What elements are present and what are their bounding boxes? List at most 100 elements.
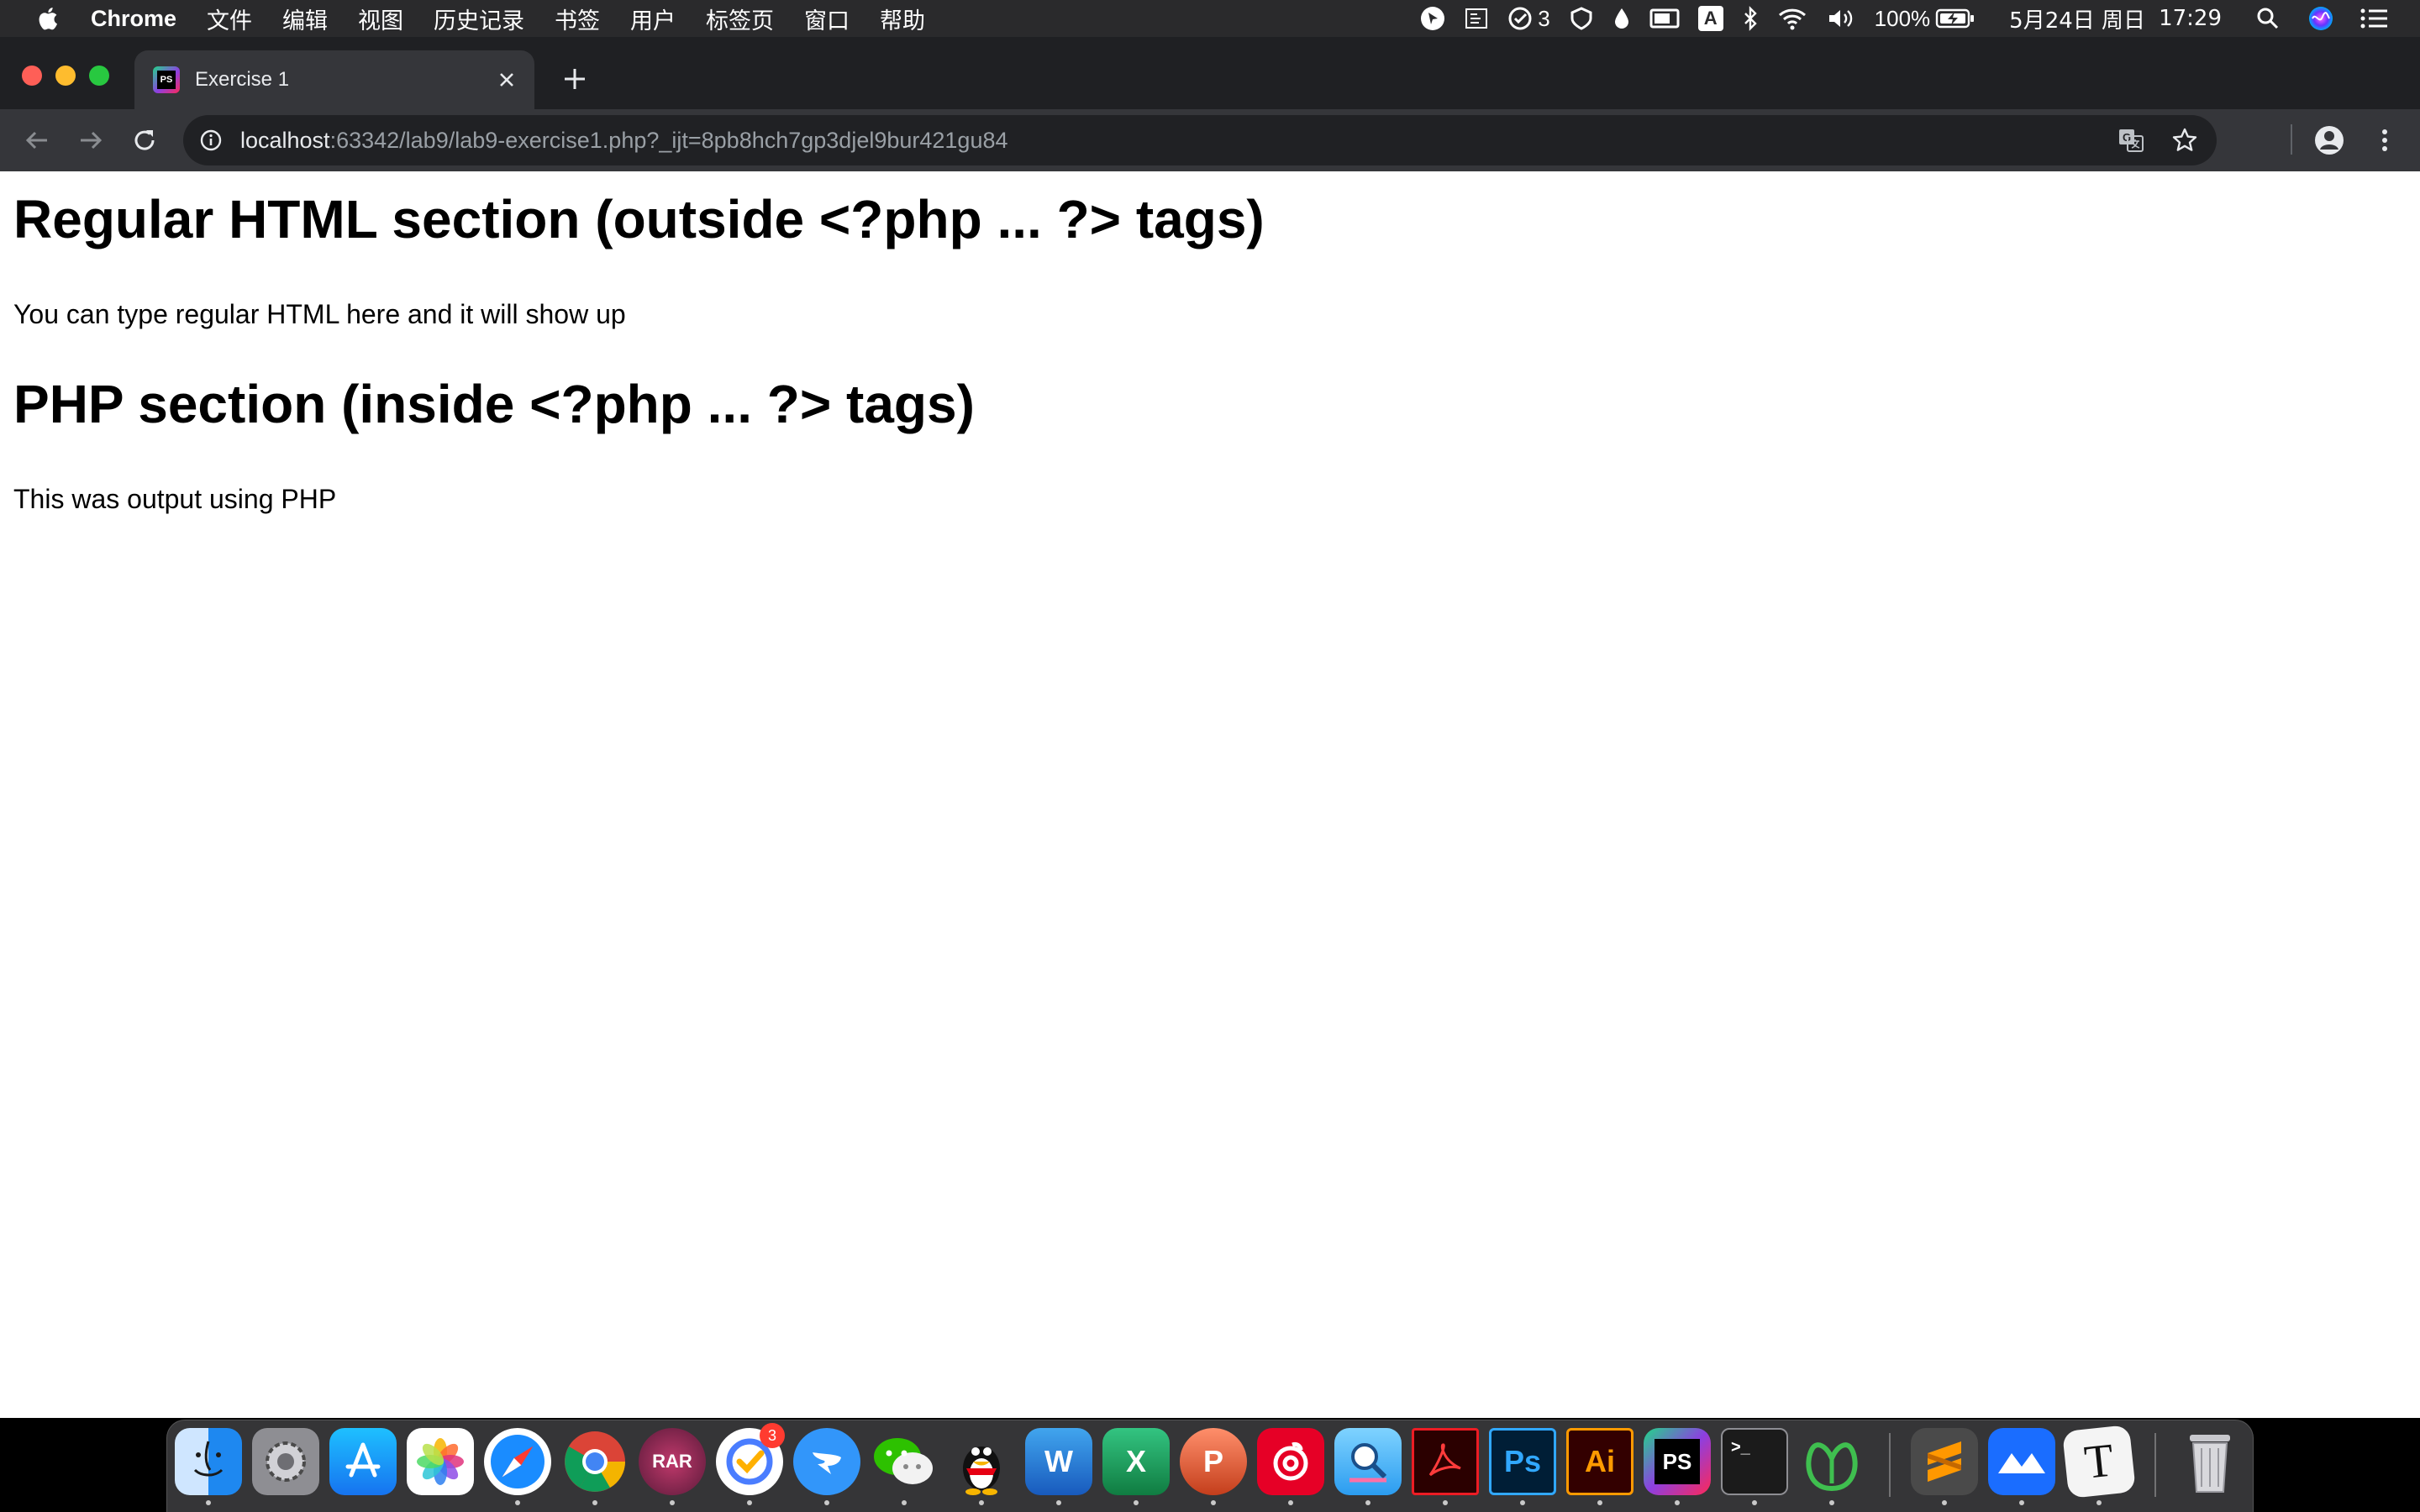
input-method-icon[interactable]: A [1697, 6, 1723, 31]
dock-separator [2154, 1433, 2156, 1497]
drop-icon[interactable] [1612, 6, 1631, 31]
url-host: localhost [240, 127, 330, 153]
dock-separator [1889, 1433, 1891, 1497]
phpstorm-dock-icon[interactable]: PS [1644, 1428, 1711, 1495]
menu-file[interactable]: 文件 [207, 3, 252, 35]
menu-window[interactable]: 窗口 [804, 3, 850, 35]
finder-dock-icon[interactable] [175, 1428, 242, 1495]
running-indicator [2096, 1500, 2102, 1505]
running-indicator [592, 1500, 597, 1505]
input-method-label: A [1697, 6, 1723, 31]
address-bar[interactable]: localhost:63342/lab9/lab9-exercise1.php?… [183, 115, 2217, 165]
illustrator-dock-icon[interactable]: Ai [1566, 1428, 1634, 1495]
new-tab-button[interactable] [558, 62, 592, 96]
running-indicator [1942, 1500, 1947, 1505]
heading-php-section: PHP section (inside <?php ... ?> tags) [13, 374, 975, 434]
powerpoint-dock-icon[interactable]: P [1180, 1428, 1247, 1495]
typora-label: T [2081, 1434, 2117, 1489]
qq-dock-icon[interactable] [948, 1428, 1015, 1495]
typora-dock-icon[interactable]: T [2062, 1425, 2136, 1499]
acrobat-dock-icon[interactable] [1412, 1428, 1479, 1495]
profile-avatar-icon[interactable] [2312, 123, 2346, 157]
sublime-text-dock-icon[interactable] [1911, 1428, 1978, 1495]
close-tab-icon[interactable] [494, 67, 519, 92]
running-indicator [2019, 1500, 2024, 1505]
app-menu-chrome[interactable]: Chrome [91, 6, 176, 32]
minimize-window-button[interactable] [55, 66, 76, 86]
menu-history[interactable]: 历史记录 [434, 3, 524, 35]
running-indicator [1597, 1500, 1602, 1505]
illustrator-label: Ai [1585, 1444, 1615, 1478]
volume-icon[interactable] [1826, 7, 1856, 30]
running-indicator [1675, 1500, 1680, 1505]
display-icon[interactable] [1649, 7, 1680, 30]
macos-menu-bar: Chrome 文件 编辑 视图 历史记录 书签 用户 标签页 窗口 帮助 3 A [0, 0, 2420, 37]
reader-icon[interactable] [1464, 6, 1489, 31]
bookmark-star-icon[interactable] [2171, 127, 2198, 160]
preview-dock-icon[interactable] [1334, 1428, 1402, 1495]
running-indicator [902, 1500, 907, 1505]
forward-button[interactable] [74, 123, 108, 157]
apple-menu-icon[interactable] [24, 0, 71, 37]
vpn-shield-icon[interactable] [1569, 6, 1594, 31]
notification-center-icon[interactable] [2360, 7, 2390, 30]
back-button[interactable] [20, 123, 54, 157]
running-indicator [1520, 1500, 1525, 1505]
word-label: W [1044, 1444, 1073, 1478]
tencent-meeting-dock-icon[interactable] [1988, 1428, 2055, 1495]
photoshop-dock-icon[interactable]: Ps [1489, 1428, 1556, 1495]
menu-view[interactable]: 视图 [358, 3, 403, 35]
phpstorm-label: PS [1655, 1439, 1700, 1484]
terminal-dock-icon[interactable]: >_ [1721, 1428, 1788, 1495]
running-indicator [1829, 1500, 1834, 1505]
bluetooth-icon[interactable] [1742, 6, 1759, 31]
menu-help[interactable]: 帮助 [880, 3, 925, 35]
chrome-tab-strip: PS Exercise 1 [0, 37, 2420, 109]
trash-dock-icon[interactable] [2176, 1428, 2244, 1495]
app-store-dock-icon[interactable] [329, 1428, 397, 1495]
url-path: :63342/lab9/lab9-exercise1.php?_ijt=8pb8… [329, 127, 1008, 153]
tab-exercise-1[interactable]: PS Exercise 1 [134, 50, 534, 109]
siri-icon[interactable] [2307, 5, 2334, 32]
battery-charging-icon[interactable] [1935, 8, 1975, 29]
dingtalk-dock-icon[interactable] [793, 1428, 860, 1495]
fullscreen-window-button[interactable] [89, 66, 109, 86]
menu-edit[interactable]: 编辑 [282, 3, 328, 35]
wechat-dock-icon[interactable] [871, 1428, 938, 1495]
favicon-label: PS [157, 71, 176, 89]
wifi-icon[interactable] [1777, 7, 1807, 30]
excel-dock-icon[interactable]: X [1102, 1428, 1170, 1495]
chrome-menu-icon[interactable] [2368, 123, 2402, 157]
photos-dock-icon[interactable] [407, 1428, 474, 1495]
paragraph-regular-html: You can type regular HTML here and it wi… [13, 299, 626, 329]
toolbar-divider [2291, 124, 2292, 155]
menubar-time[interactable]: 17:29 [2159, 6, 2222, 31]
translate-icon[interactable]: G [2118, 127, 2144, 160]
heading-regular-html-section: Regular HTML section (outside <?php ... … [13, 189, 1265, 249]
ticktick-badge: 3 [760, 1423, 785, 1448]
rar-extractor-dock-icon[interactable]: RAR [639, 1428, 706, 1495]
spotlight-search-icon[interactable] [2255, 6, 2281, 31]
menu-bookmarks[interactable]: 书签 [555, 3, 600, 35]
running-indicator [1365, 1500, 1370, 1505]
netease-music-dock-icon[interactable] [1257, 1428, 1324, 1495]
site-info-icon[interactable] [198, 128, 224, 153]
ticktick-status-icon[interactable]: 3 [1507, 5, 1550, 32]
navicat-dock-icon[interactable] [1798, 1428, 1865, 1495]
system-preferences-dock-icon[interactable] [252, 1428, 319, 1495]
menu-tab[interactable]: 标签页 [706, 3, 774, 35]
menubar-date[interactable]: 5月24日 周日 [2009, 3, 2145, 34]
paragraph-php-output: This was output using PHP [13, 484, 337, 514]
menu-people[interactable]: 用户 [630, 3, 676, 35]
reload-button[interactable] [128, 123, 161, 157]
safari-dock-icon[interactable] [484, 1428, 551, 1495]
phpstorm-favicon-icon: PS [153, 66, 180, 93]
word-dock-icon[interactable]: W [1025, 1428, 1092, 1495]
terminal-label: >_ [1731, 1438, 1750, 1457]
ticktick-count: 3 [1538, 5, 1550, 31]
chrome-dock-icon[interactable] [561, 1428, 629, 1495]
close-window-button[interactable] [22, 66, 42, 86]
excel-label: X [1125, 1444, 1146, 1478]
cursor-app-icon[interactable] [1420, 6, 1445, 31]
running-indicator [1752, 1500, 1757, 1505]
